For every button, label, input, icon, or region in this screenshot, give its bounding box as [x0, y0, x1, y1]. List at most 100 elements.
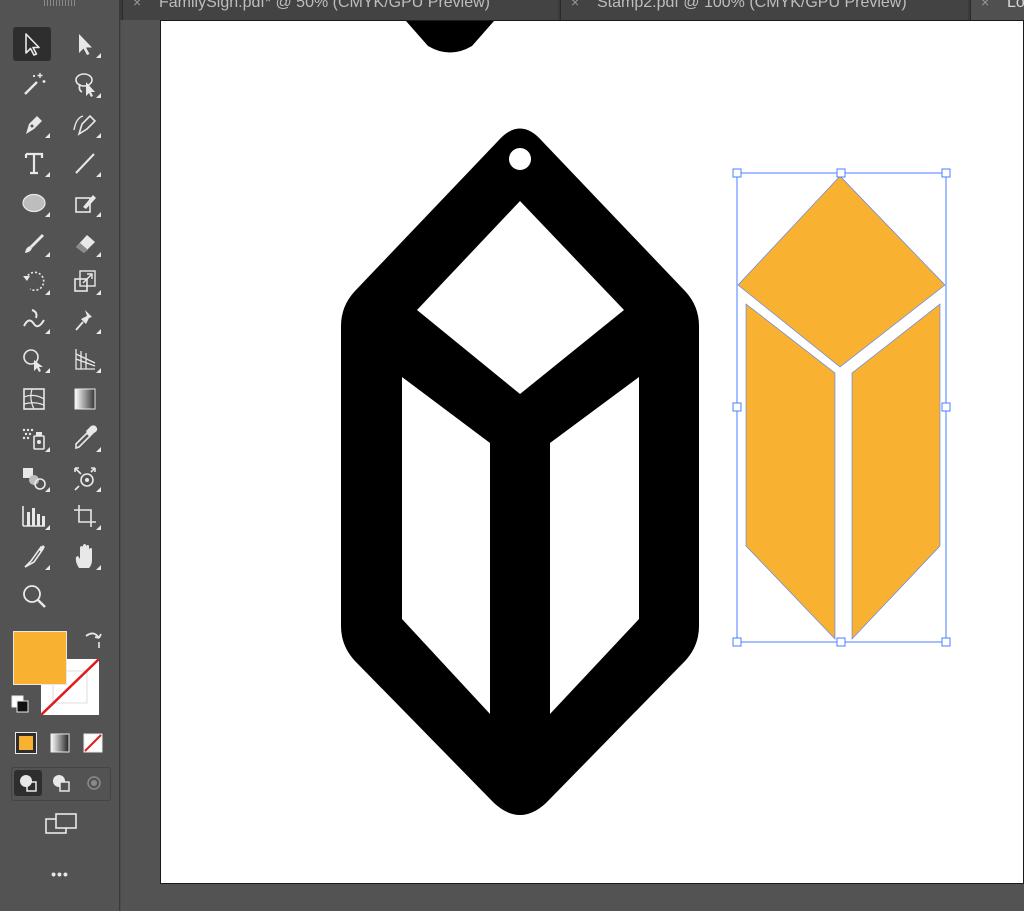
close-tab-icon[interactable]: × [133, 0, 145, 14]
screen-mode-button[interactable] [41, 808, 81, 842]
type-icon [24, 152, 44, 175]
orange-crystal-shape[interactable] [737, 175, 946, 640]
screen-mode-icon [45, 813, 77, 834]
handle-top-center[interactable] [836, 168, 846, 178]
swap-arrows-icon [85, 632, 102, 648]
warp-tool[interactable] [15, 303, 53, 337]
scale-icon [74, 270, 96, 292]
zoom-tool[interactable] [15, 579, 53, 613]
color-mode-button[interactable] [15, 732, 37, 754]
ellipse-tool[interactable] [15, 186, 53, 220]
handle-bottom-right[interactable] [941, 637, 951, 647]
none-swatch-icon [83, 733, 103, 753]
swap-fill-stroke-button[interactable] [82, 628, 104, 650]
tab-familysign[interactable]: × FamilySign.pdf* @ 50% (CMYK/GPU Preview… [122, 0, 558, 20]
slice-tool[interactable] [15, 539, 53, 573]
zoom-icon [23, 585, 46, 608]
curvature-pen-icon [73, 114, 97, 136]
blend-icon [23, 468, 46, 490]
draw-inside-button[interactable] [80, 770, 108, 796]
draw-normal-icon [20, 775, 37, 792]
hand-tool[interactable] [66, 539, 104, 573]
close-tab-icon[interactable]: × [981, 0, 993, 14]
crystal-left-facet [745, 303, 836, 640]
artwork-canvas[interactable] [161, 21, 1024, 884]
ellipse-icon [22, 193, 46, 213]
perspective-grid-icon [75, 349, 96, 370]
pen-tool[interactable] [15, 107, 53, 141]
magic-wand-icon [24, 73, 46, 95]
line-segment-tool[interactable] [66, 146, 104, 180]
mesh-icon [23, 388, 45, 410]
live-paint-tool[interactable] [66, 461, 104, 495]
handle-middle-left[interactable] [732, 402, 742, 412]
handle-bottom-center[interactable] [836, 637, 846, 647]
handle-top-left[interactable] [732, 168, 742, 178]
draw-behind-button[interactable] [47, 770, 75, 796]
panel-grip[interactable] [44, 0, 76, 6]
shape-builder-tool[interactable] [15, 342, 53, 376]
offscreen-artwork-tip[interactable] [406, 21, 494, 53]
none-mode-button[interactable] [82, 732, 104, 754]
rotate-icon [23, 271, 45, 292]
handle-top-right[interactable] [941, 168, 951, 178]
shaper-tool[interactable] [66, 186, 104, 220]
rotate-tool[interactable] [15, 264, 53, 298]
warp-icon [23, 309, 45, 328]
handle-middle-right[interactable] [941, 402, 951, 412]
gradient-mode-button[interactable] [49, 732, 71, 754]
slice-knife-icon [24, 545, 45, 568]
draw-normal-button[interactable] [14, 770, 42, 796]
selection-arrow-icon [25, 33, 40, 56]
selection-tool[interactable] [13, 27, 51, 61]
mesh-tool[interactable] [15, 382, 53, 416]
perspective-grid-tool[interactable] [66, 342, 104, 376]
eraser-icon [76, 235, 95, 253]
type-tool[interactable] [15, 146, 53, 180]
tab-label: Stamp2.pdf @ 100% (CMYK/GPU Preview) [597, 0, 907, 11]
curvature-tool[interactable] [66, 107, 104, 141]
handle-bottom-left[interactable] [732, 637, 742, 647]
pen-icon [26, 116, 42, 134]
draw-behind-icon [53, 775, 70, 792]
default-fill-stroke-button[interactable] [10, 694, 32, 716]
gradient-swatch-icon [50, 733, 70, 753]
shape-builder-icon [23, 349, 43, 372]
eyedropper-icon [75, 425, 98, 450]
artboard-icon [74, 505, 96, 527]
blend-tool[interactable] [15, 461, 53, 495]
line-icon [75, 153, 95, 174]
tab-active-document[interactable]: × Lo [970, 0, 1024, 20]
puppet-warp-tool[interactable] [66, 303, 104, 337]
magic-wand-tool[interactable] [15, 67, 53, 101]
draw-inside-icon [87, 776, 101, 790]
fill-swatch[interactable] [13, 631, 67, 685]
tools-panel: ••• [0, 0, 120, 911]
artboard-tool[interactable] [66, 499, 104, 533]
black-crystal-shape[interactable] [341, 128, 699, 816]
paintbrush-icon [25, 234, 44, 253]
lasso-tool[interactable] [66, 67, 104, 101]
color-icon [19, 736, 33, 750]
crystal-right-facet [851, 303, 941, 640]
tab-label: FamilySign.pdf* @ 50% (CMYK/GPU Preview) [159, 0, 490, 11]
column-graph-tool[interactable] [15, 499, 53, 533]
symbol-sprayer-icon [22, 428, 45, 450]
tab-label: Lo [1007, 0, 1024, 11]
gradient-icon [74, 388, 96, 410]
eraser-tool[interactable] [66, 226, 104, 260]
default-colors-icon [11, 695, 29, 713]
scale-tool[interactable] [66, 264, 104, 298]
artboard[interactable] [160, 20, 1024, 884]
direct-selection-tool[interactable] [66, 27, 104, 61]
gradient-tool[interactable] [66, 382, 104, 416]
pin-icon [75, 310, 92, 331]
edit-toolbar-button[interactable]: ••• [40, 866, 80, 882]
eyedropper-tool[interactable] [66, 421, 104, 455]
lasso-icon [75, 73, 95, 97]
tab-stamp2[interactable]: × Stamp2.pdf @ 100% (CMYK/GPU Preview) [560, 0, 968, 20]
symbol-sprayer-tool[interactable] [15, 421, 53, 455]
direct-selection-arrow-icon [79, 34, 92, 55]
paintbrush-tool[interactable] [15, 226, 53, 260]
close-tab-icon[interactable]: × [571, 0, 583, 14]
